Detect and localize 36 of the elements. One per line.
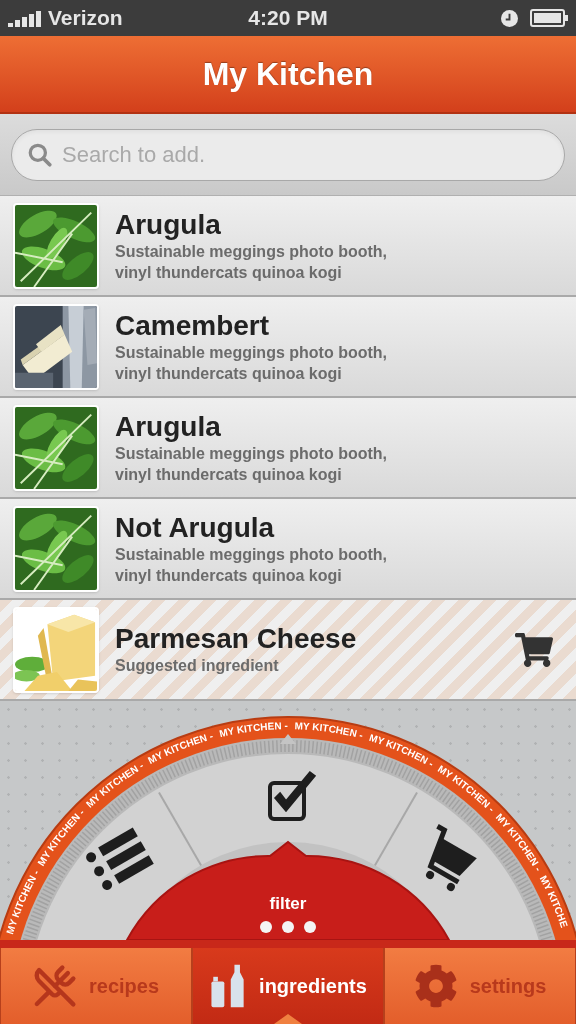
ingredient-row[interactable]: Arugula Sustainable meggings photo booth, vinyl thundercats quinoa kogi [0, 196, 576, 297]
search-icon [27, 141, 53, 168]
gear-icon [413, 964, 458, 1008]
selection-notch [274, 1014, 302, 1024]
cart-icon[interactable] [515, 630, 553, 669]
item-title: Not Arugula [115, 511, 276, 544]
filter-knob[interactable] [126, 841, 450, 940]
clock-time: 4:20 PM [247, 5, 329, 32]
item-description: Sustainable meggings photo booth, vinyl thundercats quinoa kogi [115, 241, 388, 283]
item-title: Camembert [115, 309, 271, 342]
tab[interactable]: ingredients [192, 948, 384, 1024]
ingredient-row[interactable]: Not Arugula Sustainable meggings photo booth, vinyl thundercats quinoa kogi [0, 499, 576, 600]
checkbox-icon[interactable] [268, 770, 317, 821]
alarm-icon [501, 9, 518, 27]
signal-icon [8, 9, 42, 27]
dots-icon [260, 921, 316, 933]
item-title: Parmesan Cheese [115, 623, 358, 655]
search-field[interactable]: Search to add. [11, 128, 565, 181]
item-title: Arugula [115, 410, 222, 443]
battery-icon [530, 9, 568, 27]
item-description: Sustainable meggings photo booth, vinyl thundercats quinoa kogi [115, 443, 388, 485]
ingredient-row[interactable]: Camembert Sustainable meggings photo booth, vinyl thundercats quinoa kogi [0, 297, 576, 398]
item-title: Arugula [115, 208, 222, 241]
utensils-icon [32, 964, 77, 1008]
carrier-name: Verizon [48, 5, 123, 32]
ingredient-row[interactable]: Parmesan Cheese Suggested ingredient [0, 600, 576, 701]
ring-text: MY KITCHEN - [294, 720, 365, 741]
item-description: Sustainable meggings photo booth, vinyl thundercats quinoa kogi [115, 544, 388, 586]
item-description: Sustainable meggings photo booth, vinyl thundercats quinoa kogi [115, 342, 388, 384]
ring-text: MY KITCHEN - [218, 720, 288, 740]
page-title: My Kitchen [202, 55, 374, 94]
ingredient-row[interactable]: Arugula Sustainable meggings photo booth, vinyl thundercats quinoa kogi [0, 398, 576, 499]
item-description: Suggested ingredient [115, 656, 280, 676]
list-icon[interactable] [86, 827, 154, 891]
cart-icon[interactable] [426, 824, 477, 892]
filter-label: filter [269, 894, 307, 913]
